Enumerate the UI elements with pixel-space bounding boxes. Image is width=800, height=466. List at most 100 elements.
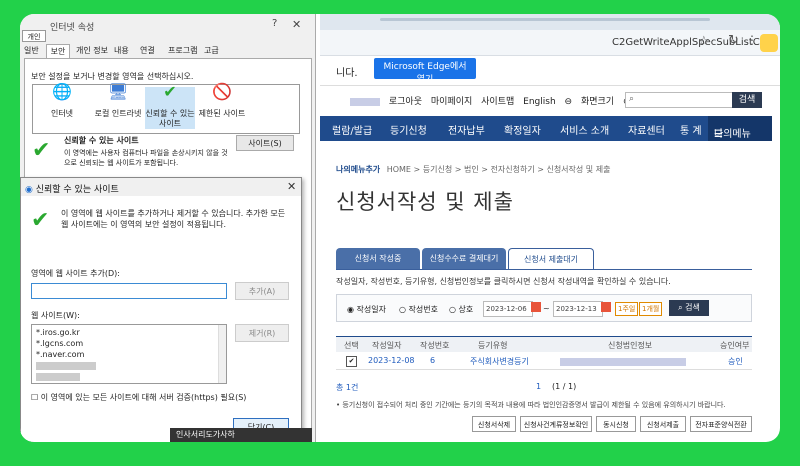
zone-title: 신뢰할 수 있는 사이트 [64,136,139,145]
browser-tab-strip [320,14,780,30]
table-row[interactable]: ✔ 2023-12-08 6 주식회사변경등기 승인 [336,352,752,370]
page-title: 신청서작성 및 제출 [336,190,514,214]
trusted-description: 이 영역에 웹 사이트를 추가하거나 제거할 수 있습니다. 추가한 모든 웹 … [61,209,286,229]
tab-fee-pending[interactable]: 신청수수료 결제대기 [422,248,506,269]
divider [320,85,780,86]
background-window-strip: 인사서리도가사하 [170,428,312,442]
my-menu-button[interactable]: ☰ 나의메뉴 [708,116,772,141]
row-checkbox[interactable]: ✔ [346,356,357,367]
list-item[interactable]: *.iros.go.kr [36,327,222,338]
row-no-link[interactable]: 6 [430,356,435,365]
delete-application-button[interactable]: 신청서삭제 [472,416,516,432]
breadcrumb: 나의메뉴추가 HOME > 등기신청 > 법인 > 전자신청하기 > 신청서작성… [336,164,610,175]
add-site-input[interactable] [31,283,227,299]
tab-security[interactable]: 보안 [46,44,70,58]
sites-button[interactable]: 사이트(S) [236,135,294,151]
favorite-star-icon[interactable]: ☆ [698,34,710,49]
filter-bar: ◉ 작성일자 ○ 작성번호 ○ 상호 2023-12-06 ~ 2023-12-… [336,294,752,322]
page-number[interactable]: 1 [536,382,541,391]
list-item[interactable]: *.lgcns.com [36,338,222,349]
filter-search-button[interactable]: ⌕ 검색 [669,300,709,316]
simultaneous-button[interactable]: 동시신청 [596,416,636,432]
zone-intranet[interactable]: 🖥 로컬 인트라넷 [93,84,143,119]
sitemap-link[interactable]: 사이트맵 [481,97,514,107]
https-option[interactable]: ☐ 이 영역에 있는 모든 사이트에 대해 서버 검증(https) 필요(S) [31,392,246,403]
instruction-text: 작성일자, 작성번호, 등기유형, 신청법인정보를 클릭하시면 신청서 작성내역… [336,277,671,286]
form-convert-button[interactable]: 전자표준양식전환 [690,416,752,432]
tooltip-gaein: 개인 [22,30,46,42]
tab-connection[interactable]: 연결 [140,44,155,58]
add-site-button[interactable]: 추가(A) [235,282,289,300]
restricted-icon: 🚫 [212,82,232,101]
logout-link[interactable]: 로그아웃 [389,97,422,107]
list-item-blurred[interactable] [36,360,222,371]
list-scrollbar[interactable] [218,325,226,383]
screen: C2GetWriteApplSpecSubListC ☆ ↻ ⋮ 니다. Mic… [20,14,780,442]
nav-item-fixed-date[interactable]: 확정일자 [504,122,541,137]
col-type: 등기유형 [478,341,508,350]
trusted-sites-dialog: ◉ 신뢰할 수 있는 사이트 ✕ ✔ 이 영역에 웹 사이트를 추가하거나 제거… [20,177,302,442]
nav-item-service[interactable]: 서비스 소개 [560,122,609,137]
tab-baseline [336,269,752,270]
close-icon[interactable]: ✕ [287,180,296,193]
col-no: 작성번호 [420,341,450,350]
tab-content[interactable]: 내용 [114,44,129,58]
english-link[interactable]: English [523,97,556,107]
nav-item-registry[interactable]: 등기신청 [390,122,427,137]
list-item[interactable]: *.naver.com [36,349,222,360]
nav-item-view[interactable]: 럴람/발급 [332,122,372,137]
zone-restricted[interactable]: 🚫 제한된 사이트 [197,82,247,119]
table-header: 선택 작성일자 작성번호 등기유형 신청법인정보 승인여부 [336,336,752,352]
tab-privacy[interactable]: 개인 정보 [76,44,108,58]
total-count: 총 1건 [336,383,359,392]
tab-general[interactable]: 일반 [24,44,46,58]
help-icon[interactable]: ? [272,18,277,29]
row-type-link[interactable]: 주식회사변경등기 [470,356,529,367]
site-search-button[interactable]: 검색 [732,92,762,108]
nav-item-stats[interactable]: 통 계 [680,122,702,137]
radio-write-no[interactable]: ○ 작성번호 [399,304,438,315]
check-icon: ✔ [163,82,177,101]
tab-indicator [380,18,710,21]
zone-instruction: 보안 설정을 보거나 변경할 영역을 선택하십시오. [31,72,194,81]
tab-advanced[interactable]: 고급 [204,44,219,58]
tab-draft[interactable]: 신청서 작성중 [336,248,420,269]
calendar-icon[interactable] [601,302,611,312]
more-menu-icon[interactable]: ⋮ [746,33,758,47]
one-month-button[interactable]: 1개월 [639,302,663,316]
https-checkbox[interactable]: ☐ [31,393,41,402]
sites-list[interactable]: *.iros.go.kr *.lgcns.com *.naver.com [31,324,227,384]
add-my-menu-badge[interactable]: 나의메뉴추가 [336,165,380,174]
edge-infobar: 니다. Microsoft Edge에서 열기 [320,57,780,85]
pending-info-button[interactable]: 신청사건계류정보확인 [520,416,592,432]
radio-write-date[interactable]: ◉ 작성일자 [347,304,386,315]
open-in-edge-button[interactable]: Microsoft Edge에서 열기 [374,58,476,85]
site-search-input[interactable]: ⌕ [625,92,733,108]
radio-company[interactable]: ○ 상호 [449,304,473,315]
remove-site-button[interactable]: 제거(R) [235,324,289,342]
one-week-button[interactable]: 1주일 [615,302,639,316]
zone-internet[interactable]: 🌐 인터넷 [37,84,87,119]
zone-trusted[interactable]: ✔ 신뢰할 수 있는 사이트 [145,82,195,129]
breadcrumb-text: HOME > 등기신청 > 법인 > 전자신청하기 > 신청서작성 및 제출 [386,165,611,174]
date-to-input[interactable]: 2023-12-13 [553,301,603,317]
nav-item-resources[interactable]: 자료센터 [628,122,665,137]
row-date-link[interactable]: 2023-12-08 [368,356,415,365]
col-company: 신청법인정보 [608,341,653,350]
calendar-icon[interactable] [531,302,541,312]
row-company-blurred[interactable] [560,357,686,366]
nav-item-payment[interactable]: 전자납부 [448,122,485,137]
zoom-out-icon[interactable]: ⊖ [565,97,573,107]
notice-text: • 등기신청이 접수되어 처리 중인 기간에는 등기의 목적과 내용에 따라 법… [336,401,726,409]
mypage-link[interactable]: 마이페이지 [431,97,472,107]
list-item-blurred[interactable] [36,371,222,382]
extension-icon[interactable] [760,34,778,52]
close-icon[interactable]: ✕ [292,18,301,31]
reload-icon[interactable]: ↻ [728,33,739,48]
tab-programs[interactable]: 프로그램 [168,44,197,58]
tab-submit-pending[interactable]: 신청서 제출대기 [508,248,594,269]
date-from-input[interactable]: 2023-12-06 [483,301,533,317]
address-bar[interactable]: C2GetWriteApplSpecSubListC ☆ ↻ ⋮ [320,30,780,56]
submit-application-button[interactable]: 신청서제출 [640,416,686,432]
user-name-blurred [350,97,380,106]
